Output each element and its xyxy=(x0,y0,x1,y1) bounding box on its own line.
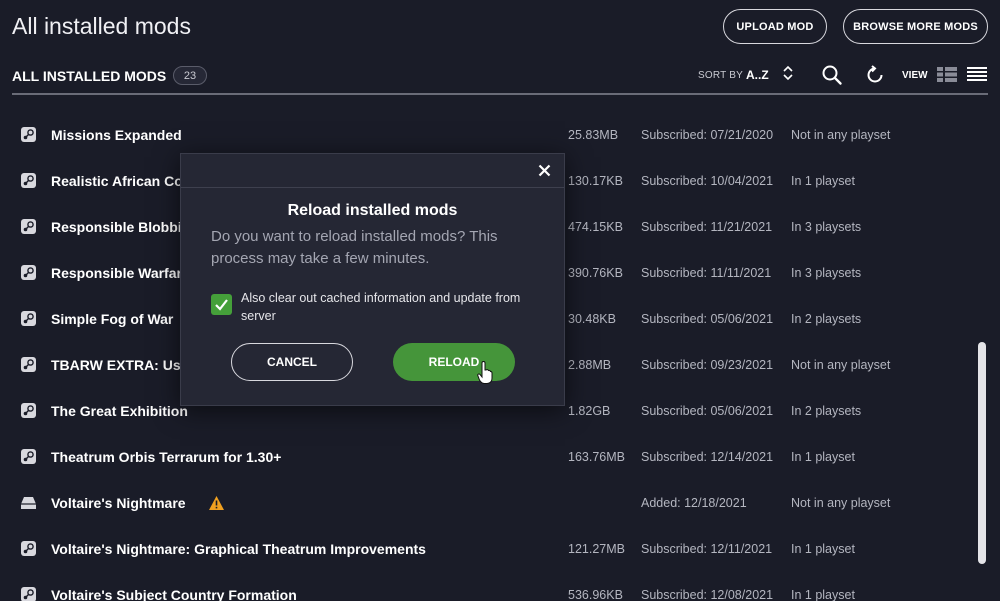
mod-size: 536.96KB xyxy=(568,588,623,601)
mod-size: 25.83MB xyxy=(568,128,619,142)
clear-cache-label[interactable]: Also clear out cached information and up… xyxy=(241,289,531,325)
mod-name: Voltaire's Nightmare xyxy=(51,495,186,511)
mod-row[interactable]: Theatrum Orbis Terrarum for 1.30+ 163.76… xyxy=(0,434,1000,480)
mod-name: Missions Expanded xyxy=(51,127,182,143)
view-label: VIEW xyxy=(902,70,928,81)
mod-date: Subscribed: 11/21/2021 xyxy=(641,220,773,234)
mod-playset: In 2 playsets xyxy=(791,404,862,418)
mod-name: Responsible Blobbi xyxy=(51,219,182,235)
mod-size: 474.15KB xyxy=(568,220,623,234)
mod-playset: In 2 playsets xyxy=(791,312,862,326)
mod-date: Added: 12/18/2021 xyxy=(641,496,747,510)
mod-date: Subscribed: 05/06/2021 xyxy=(641,312,774,326)
mod-name: Voltaire's Subject Country Formation xyxy=(51,587,297,601)
refresh-icon[interactable] xyxy=(864,64,886,86)
mod-row[interactable]: Voltaire's Subject Country Formation 536… xyxy=(0,572,1000,601)
mod-playset: In 1 playset xyxy=(791,174,855,188)
steam-icon xyxy=(21,311,36,326)
mod-date: Subscribed: 10/04/2021 xyxy=(641,174,774,188)
local-drive-icon xyxy=(21,497,36,509)
mod-size: 130.17KB xyxy=(568,174,623,188)
mod-size: 30.48KB xyxy=(568,312,616,326)
list-view-icon[interactable] xyxy=(966,66,988,83)
mod-playset: Not in any playset xyxy=(791,358,891,372)
mod-playset: In 3 playsets xyxy=(791,220,862,234)
mod-name: Theatrum Orbis Terrarum for 1.30+ xyxy=(51,449,282,465)
steam-icon xyxy=(21,219,36,234)
mod-size: 121.27MB xyxy=(568,542,625,556)
list-header: ALL INSTALLED MODS 23 SORT BY A..Z VIEW xyxy=(12,60,988,95)
mod-name: Responsible Warfar xyxy=(51,265,182,281)
dialog-title: Reload installed mods xyxy=(287,202,458,219)
mod-row[interactable]: Voltaire's Nightmare Added: 12/18/2021 N… xyxy=(0,480,1000,526)
page-title: All installed mods xyxy=(12,13,191,39)
mod-playset: In 1 playset xyxy=(791,450,855,464)
sort-value[interactable]: A..Z xyxy=(746,68,769,82)
mod-name: The Great Exhibition xyxy=(51,403,188,419)
sort-label: SORT BY xyxy=(698,70,743,81)
mod-date: Subscribed: 12/08/2021 xyxy=(641,588,774,601)
mod-row[interactable]: Missions Expanded 25.83MB Subscribed: 07… xyxy=(0,112,1000,158)
cancel-button[interactable]: CANCEL xyxy=(231,343,353,381)
mod-playset: Not in any playset xyxy=(791,128,891,142)
mod-name: Voltaire's Nightmare: Graphical Theatrum… xyxy=(51,541,426,557)
mod-playset: In 1 playset xyxy=(791,542,855,556)
sort-arrows-icon[interactable] xyxy=(781,64,795,82)
steam-icon xyxy=(21,403,36,418)
steam-icon xyxy=(21,449,36,464)
steam-icon xyxy=(21,587,36,601)
mod-date: Subscribed: 09/23/2021 xyxy=(641,358,774,372)
reload-button[interactable]: RELOAD xyxy=(393,343,515,381)
search-icon[interactable] xyxy=(821,64,843,86)
scrollbar-thumb[interactable] xyxy=(978,342,986,564)
mod-date: Subscribed: 12/14/2021 xyxy=(641,450,774,464)
mod-playset: In 3 playsets xyxy=(791,266,862,280)
checkmark-icon xyxy=(215,299,228,311)
mod-size: 1.82GB xyxy=(568,404,611,418)
upload-mod-button[interactable]: UPLOAD MOD xyxy=(723,9,827,44)
steam-icon xyxy=(21,265,36,280)
mod-row[interactable]: Voltaire's Nightmare: Graphical Theatrum… xyxy=(0,526,1000,572)
mod-playset: Not in any playset xyxy=(791,496,891,510)
steam-icon xyxy=(21,173,36,188)
mod-date: Subscribed: 12/11/2021 xyxy=(641,542,773,556)
mod-name: Simple Fog of War xyxy=(51,311,174,327)
mod-date: Subscribed: 05/06/2021 xyxy=(641,404,774,418)
dialog-message: Do you want to reload installed mods? Th… xyxy=(211,228,498,267)
mod-size: 390.76KB xyxy=(568,266,623,280)
mod-playset: In 1 playset xyxy=(791,588,855,601)
steam-icon xyxy=(21,357,36,372)
clear-cache-checkbox[interactable] xyxy=(211,294,232,315)
mod-name: Realistic African Co xyxy=(51,173,183,189)
mod-size: 2.88MB xyxy=(568,358,612,372)
mod-count-badge: 23 xyxy=(173,66,207,85)
mod-date: Subscribed: 11/11/2021 xyxy=(641,266,772,280)
hand-cursor-icon xyxy=(477,361,493,384)
steam-icon xyxy=(21,541,36,556)
browse-more-mods-button[interactable]: BROWSE MORE MODS xyxy=(843,9,988,44)
dialog-titlebar xyxy=(181,154,564,188)
grid-view-icon[interactable] xyxy=(936,66,958,83)
mod-name: TBARW EXTRA: Use xyxy=(51,357,189,373)
warning-icon[interactable] xyxy=(208,495,225,511)
mod-date: Subscribed: 07/21/2020 xyxy=(641,128,774,142)
close-icon[interactable] xyxy=(538,164,551,177)
mod-size: 163.76MB xyxy=(568,450,625,464)
section-title: ALL INSTALLED MODS xyxy=(12,68,167,84)
reload-mods-dialog: Reload installed mods Do you want to rel… xyxy=(180,153,565,406)
steam-icon xyxy=(21,127,36,142)
